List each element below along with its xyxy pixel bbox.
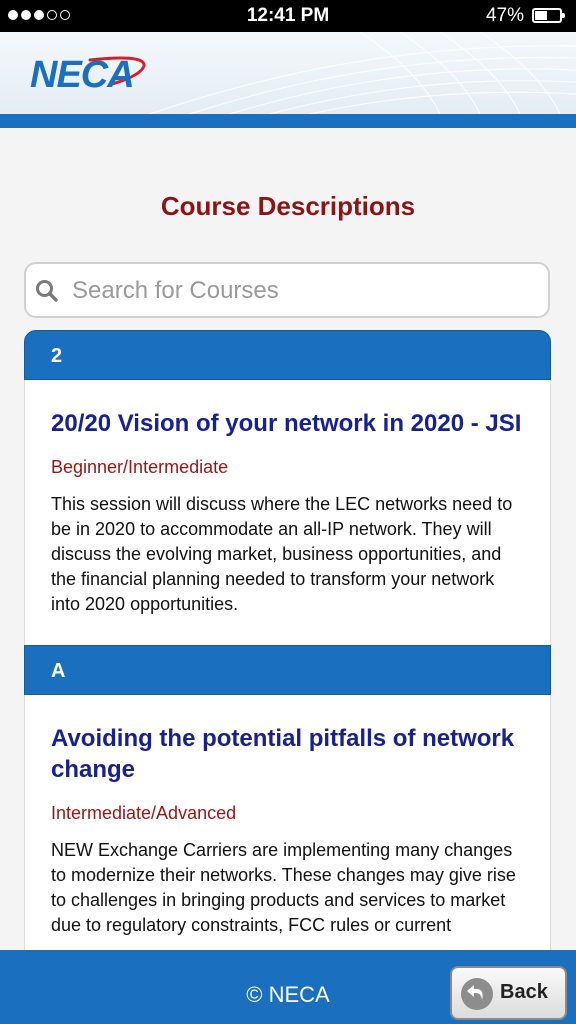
logo-text: NECA [30, 54, 135, 96]
group-header-a: A [24, 645, 551, 695]
search-icon [36, 280, 58, 302]
back-button[interactable]: Back [450, 966, 567, 1020]
battery-icon [532, 8, 565, 23]
course-item[interactable]: 20/20 Vision of your network in 2020 - J… [24, 380, 551, 645]
course-level: Intermediate/Advanced [51, 803, 237, 823]
search-input[interactable] [70, 268, 534, 314]
footer-bar: © NECA Back [0, 950, 576, 1024]
app-header: NECA [0, 32, 576, 114]
header-divider [0, 114, 576, 128]
status-bar: 12:41 PM 47% [0, 0, 576, 32]
back-arrow-icon [461, 978, 493, 1010]
neca-logo: NECA [28, 52, 158, 96]
group-header-2: 2 [24, 330, 551, 380]
course-item[interactable]: Avoiding the potential pitfalls of netwo… [24, 695, 551, 950]
course-title[interactable]: Avoiding the potential pitfalls of netwo… [51, 723, 524, 785]
course-list[interactable]: 2 20/20 Vision of your network in 2020 -… [24, 330, 551, 950]
course-description: NEW Exchange Carriers are implementing m… [51, 840, 516, 935]
battery-percent: 47% [485, 5, 524, 26]
page-title: Course Descriptions [160, 191, 416, 221]
back-button-label: Back [500, 981, 548, 1003]
course-title[interactable]: 20/20 Vision of your network in 2020 - J… [51, 408, 524, 439]
search-box[interactable] [24, 262, 550, 318]
course-level: Beginner/Intermediate [51, 457, 229, 477]
course-description: This session will discuss where the LEC … [51, 494, 513, 614]
